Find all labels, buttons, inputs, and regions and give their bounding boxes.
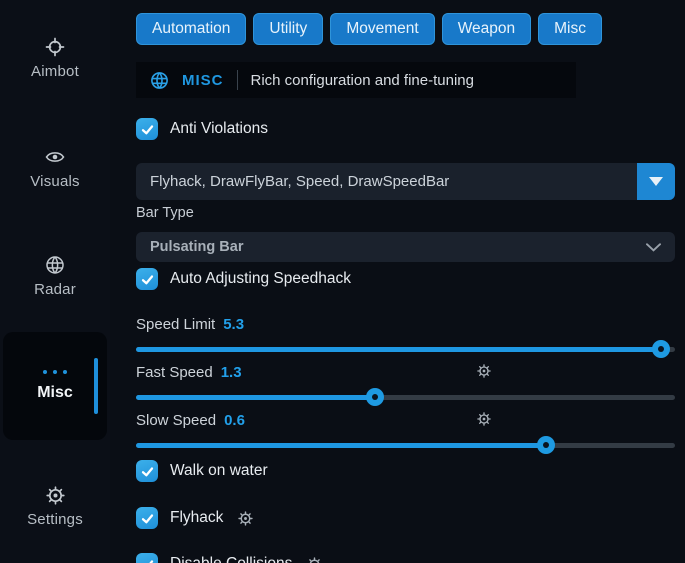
eye-icon — [44, 146, 66, 168]
gear-icon — [45, 484, 66, 506]
checkbox-row-flyhack[interactable]: Flyhack — [136, 506, 675, 530]
tab-misc[interactable]: Misc — [538, 13, 602, 45]
active-indicator — [94, 358, 98, 414]
tab-automation[interactable]: Automation — [136, 13, 246, 45]
tab-utility[interactable]: Utility — [253, 13, 323, 45]
slider-label: Speed Limit — [136, 316, 215, 333]
slider-group-speed-limit: Speed Limit 5.3 — [136, 315, 675, 359]
slider-value: 1.3 — [221, 364, 242, 381]
globe-icon — [150, 71, 169, 90]
sidebar-item-label: Misc — [37, 384, 73, 402]
check-icon — [140, 464, 155, 479]
tab-weapon[interactable]: Weapon — [442, 13, 531, 45]
bar-flags-multiselect[interactable]: Flyhack, DrawFlyBar, Speed, DrawSpeedBar — [136, 163, 675, 200]
checkbox-label: Disable Collisions — [170, 555, 292, 563]
speed-limit-slider[interactable] — [136, 339, 675, 359]
slider-group-fast-speed: Fast Speed 1.3 — [136, 363, 675, 407]
slider-fill — [136, 347, 661, 352]
globe-icon — [45, 254, 65, 276]
fast-speed-slider[interactable] — [136, 387, 675, 407]
app-window: Aimbot Visuals Radar Misc — [0, 0, 685, 563]
ellipsis-icon — [43, 370, 67, 374]
sidebar-item-label: Settings — [27, 511, 83, 528]
tab-movement[interactable]: Movement — [330, 13, 434, 45]
slow-speed-slider[interactable] — [136, 435, 675, 455]
sidebar-item-label: Aimbot — [31, 63, 79, 80]
checkbox-label: Auto Adjusting Speedhack — [170, 270, 351, 288]
sidebar: Aimbot Visuals Radar Misc — [0, 0, 110, 563]
slider-group-slow-speed: Slow Speed 0.6 — [136, 411, 675, 455]
slider-value: 0.6 — [224, 412, 245, 429]
sidebar-item-radar[interactable]: Radar — [0, 254, 110, 298]
main-content: Automation Utility Movement Weapon Misc … — [110, 0, 685, 563]
section-header: MISC Rich configuration and fine-tuning — [136, 62, 576, 98]
section-title: MISC — [182, 72, 224, 89]
slider-knob[interactable] — [652, 340, 670, 358]
bar-type-label: Bar Type — [136, 205, 675, 223]
chevron-down-icon — [646, 243, 661, 252]
checkbox[interactable] — [136, 268, 158, 290]
checkbox[interactable] — [136, 118, 158, 140]
check-icon — [140, 122, 155, 137]
checkbox-row-disable-collisions[interactable]: Disable Collisions — [136, 552, 675, 563]
sidebar-item-misc[interactable]: Misc — [3, 332, 107, 440]
checkbox[interactable] — [136, 507, 158, 529]
slider-label: Slow Speed — [136, 412, 216, 429]
checkbox-row-walk-on-water[interactable]: Walk on water — [136, 459, 675, 483]
dropdown-open-button[interactable] — [637, 163, 675, 200]
category-tabs: Automation Utility Movement Weapon Misc — [136, 13, 675, 45]
checkbox-row-anti-violations[interactable]: Anti Violations — [136, 117, 675, 141]
bar-type-select[interactable]: Pulsating Bar — [136, 232, 675, 262]
checkbox[interactable] — [136, 553, 158, 563]
slider-fill — [136, 443, 546, 448]
checkbox-label: Walk on water — [170, 462, 268, 480]
triangle-down-icon — [649, 177, 663, 186]
slider-label: Fast Speed — [136, 364, 213, 381]
sidebar-item-aimbot[interactable]: Aimbot — [0, 36, 110, 80]
fast-speed-gear-icon[interactable] — [476, 363, 492, 379]
checkbox-label: Flyhack — [170, 509, 223, 527]
divider — [237, 70, 238, 90]
crosshair-icon — [44, 36, 66, 58]
slow-speed-gear-icon[interactable] — [476, 411, 492, 427]
slider-knob[interactable] — [366, 388, 384, 406]
checkbox-row-auto-adjusting-speedhack[interactable]: Auto Adjusting Speedhack — [136, 267, 675, 291]
checkbox[interactable] — [136, 460, 158, 482]
slider-fill — [136, 395, 375, 400]
check-icon — [140, 557, 155, 563]
sidebar-item-label: Radar — [34, 281, 76, 298]
check-icon — [140, 511, 155, 526]
flyhack-gear-icon[interactable] — [237, 510, 254, 527]
sidebar-item-label: Visuals — [30, 173, 79, 190]
sidebar-item-settings[interactable]: Settings — [0, 484, 110, 528]
select-value: Pulsating Bar — [150, 239, 243, 255]
disable-collisions-gear-icon[interactable] — [306, 556, 323, 563]
check-icon — [140, 272, 155, 287]
multiselect-value: Flyhack, DrawFlyBar, Speed, DrawSpeedBar — [136, 173, 637, 190]
sidebar-item-visuals[interactable]: Visuals — [0, 146, 110, 190]
slider-value: 5.3 — [223, 316, 244, 333]
section-subtitle: Rich configuration and fine-tuning — [251, 72, 474, 89]
checkbox-label: Anti Violations — [170, 120, 268, 138]
slider-knob[interactable] — [537, 436, 555, 454]
